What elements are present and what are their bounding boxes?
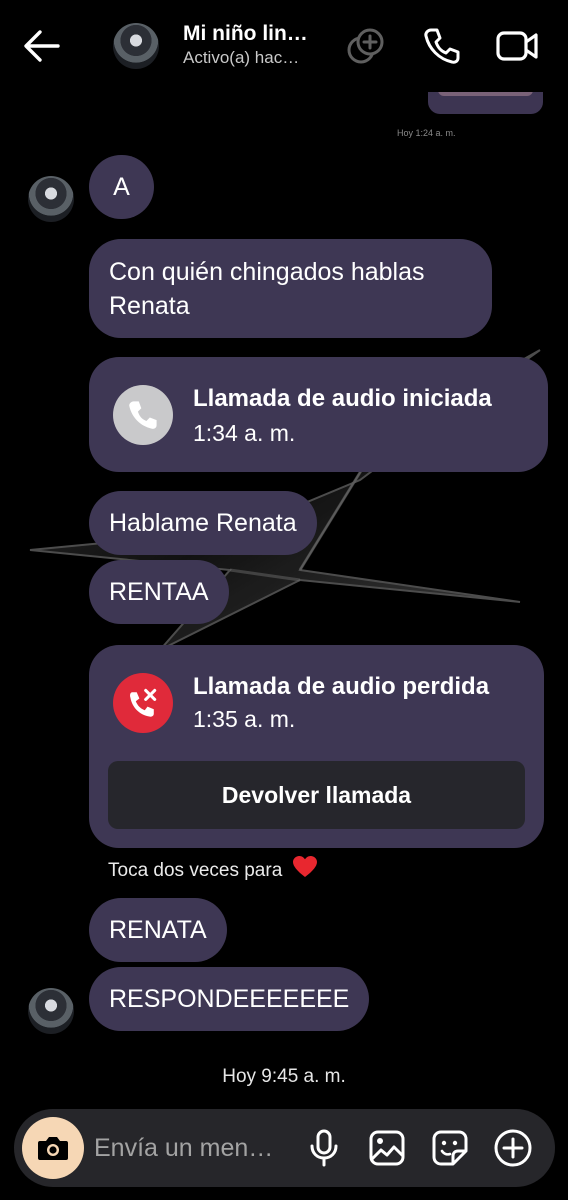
message-timestamp: Hoy 1:24 a. m. [397, 128, 456, 138]
gallery-icon [369, 1130, 405, 1166]
hint-text: Toca dos veces para [108, 860, 283, 881]
call-time: 1:34 a. m. [193, 420, 296, 446]
message-bubble[interactable]: RENTAA [89, 560, 229, 624]
microphone-icon [310, 1129, 338, 1167]
callback-button[interactable]: Devolver llamada [108, 761, 525, 829]
contact-avatar[interactable] [113, 23, 159, 69]
call-started-icon [113, 385, 173, 445]
call-time: 1:35 a. m. [193, 706, 296, 732]
message-composer [14, 1109, 555, 1187]
camera-icon [38, 1137, 68, 1160]
heart-icon [292, 856, 317, 877]
call-started-card[interactable]: Llamada de audio iniciada 1:34 a. m. [89, 357, 548, 472]
sender-avatar[interactable] [28, 176, 74, 222]
back-arrow-icon [24, 30, 60, 62]
message-input[interactable] [94, 1130, 294, 1166]
sender-avatar[interactable] [28, 988, 74, 1034]
message-bubble[interactable]: Hablame Renata [89, 491, 317, 555]
video-call-button[interactable] [495, 24, 539, 68]
missed-call-icon-badge [113, 673, 173, 733]
voice-message-button[interactable] [302, 1126, 346, 1170]
message-bubble[interactable]: Con quién chingados hablas Renata [89, 239, 492, 338]
gallery-button[interactable] [365, 1126, 409, 1170]
chat-screen: Mi niño lin… Activo(a) hac… Hoy 1:24 a. … [0, 0, 568, 1200]
double-tap-hint: Toca dos veces para [108, 855, 318, 882]
missed-call-card[interactable]: Llamada de audio perdida 1:35 a. m. Devo… [89, 645, 544, 848]
phone-icon [424, 28, 460, 64]
sticker-icon [432, 1130, 468, 1166]
call-title: Llamada de audio iniciada [193, 385, 492, 412]
video-icon [496, 31, 538, 61]
more-options-button[interactable] [491, 1126, 535, 1170]
sticker-button[interactable] [428, 1126, 472, 1170]
camera-button[interactable] [22, 1117, 84, 1179]
effects-button[interactable] [344, 24, 388, 68]
contact-status: Activo(a) hac… [183, 48, 300, 67]
message-bubble[interactable]: RESPONDEEEEEEE [89, 967, 370, 1031]
missed-call-icon [130, 688, 157, 717]
voice-call-button[interactable] [420, 24, 464, 68]
chat-header: Mi niño lin… Activo(a) hac… [0, 0, 568, 92]
contact-name[interactable]: Mi niño lin… [183, 22, 308, 46]
phone-icon [129, 401, 157, 429]
day-timestamp: Hoy 9:45 a. m. [222, 1066, 346, 1087]
message-bubble[interactable]: RENATA [89, 898, 227, 962]
effects-icon [347, 28, 384, 64]
plus-icon [494, 1129, 532, 1167]
message-bubble[interactable]: A [89, 155, 154, 219]
back-button[interactable] [20, 26, 68, 66]
call-title: Llamada de audio perdida [193, 673, 490, 700]
